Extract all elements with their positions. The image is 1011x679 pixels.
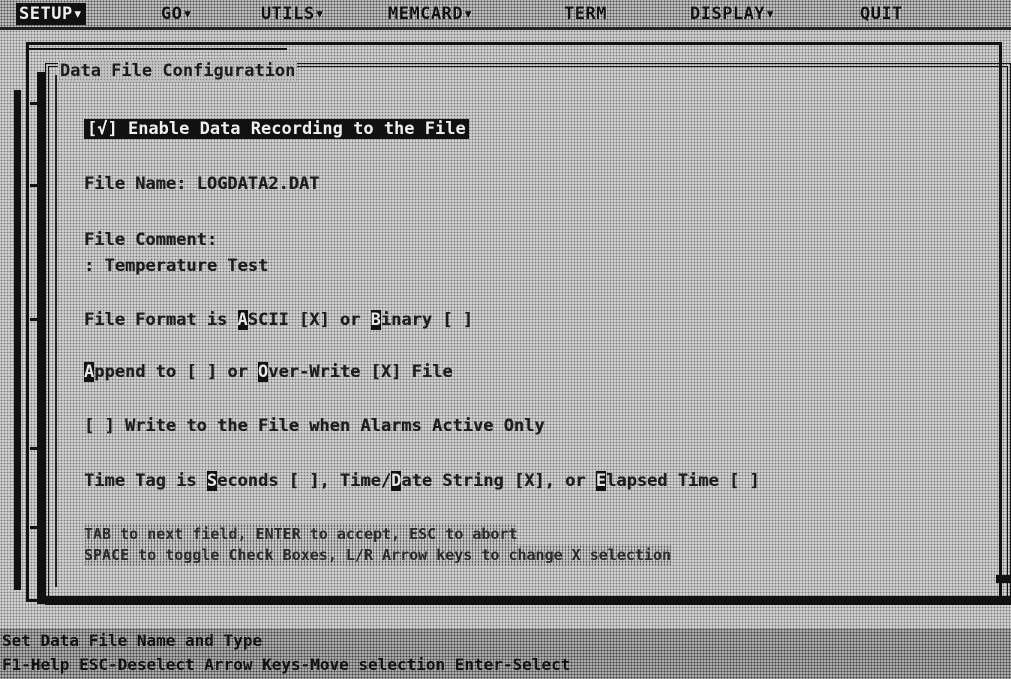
- time-tag-row[interactable]: Time Tag is Seconds [ ], Time/Date Strin…: [84, 469, 760, 493]
- alarms-only-checkbox[interactable]: [ ]: [84, 416, 115, 436]
- dialog-shadow-bottom: [45, 596, 1011, 605]
- elapsed-time-radio[interactable]: [ ]: [729, 471, 760, 491]
- overwrite-hotkey[interactable]: O: [258, 362, 269, 382]
- binary-hotkey[interactable]: B: [370, 310, 381, 330]
- binary-radio[interactable]: [ ]: [442, 310, 473, 330]
- file-name-field[interactable]: LOGDATA2.DAT: [197, 174, 320, 194]
- menu-utils[interactable]: UTILS▾: [258, 3, 328, 25]
- ascii-hotkey[interactable]: A: [237, 310, 248, 330]
- background-window-shadow: [14, 90, 21, 590]
- append-hotkey[interactable]: A: [84, 362, 95, 382]
- date-hotkey[interactable]: D: [391, 471, 402, 491]
- menu-display[interactable]: DISPLAY▾: [687, 3, 779, 25]
- status-key-hints: F1-Help ESC-Deselect Arrow Keys-Move sel…: [2, 655, 571, 674]
- overwrite-label[interactable]: ver-Write: [268, 362, 370, 382]
- menu-quit[interactable]: QUIT: [857, 3, 906, 25]
- menu-bar: SETUP▾ GO▾ UTILS▾ MEMCARD▾ TERM DISPLAY▾…: [0, 0, 1011, 30]
- enable-recording-box[interactable]: [√]: [87, 119, 118, 139]
- file-format-row[interactable]: File Format is ASCII [X] or Binary [ ]: [84, 308, 473, 332]
- menu-memcard[interactable]: MEMCARD▾: [385, 3, 477, 25]
- date-string-label[interactable]: ate String: [401, 471, 514, 491]
- enable-recording-checkbox[interactable]: [√] Enable Data Recording to the File: [84, 119, 469, 139]
- time-tag-sep-2: , or: [544, 471, 596, 491]
- date-string-radio[interactable]: [X]: [514, 471, 545, 491]
- binary-label[interactable]: inary: [381, 310, 442, 330]
- time-tag-label: Time Tag is: [84, 471, 207, 491]
- status-bar: Set Data File Name and Type F1-Help ESC-…: [0, 628, 1011, 679]
- seconds-label[interactable]: econds: [217, 471, 289, 491]
- seconds-hotkey[interactable]: S: [206, 471, 218, 491]
- menu-go[interactable]: GO▾: [158, 3, 196, 25]
- menu-term[interactable]: TERM: [561, 3, 610, 25]
- enable-recording-row[interactable]: [√] Enable Data Recording to the File: [84, 117, 469, 141]
- append-mode-suffix: File: [401, 362, 453, 382]
- dialog-help-line-2: SPACE to toggle Check Boxes, L/R Arrow k…: [84, 545, 671, 565]
- append-mode-or: or: [217, 362, 259, 382]
- file-format-label: File Format is: [84, 310, 238, 330]
- dialog-help-line-1: TAB to next field, ENTER to accept, ESC …: [84, 524, 518, 544]
- time-tag-sep-1: , Time/: [319, 471, 392, 491]
- ascii-radio[interactable]: [X]: [299, 310, 330, 330]
- background-window-divider: [28, 48, 287, 50]
- seconds-radio[interactable]: [ ]: [289, 471, 320, 491]
- file-comment-field[interactable]: : Temperature Test: [84, 254, 268, 278]
- file-format-or: or: [329, 310, 371, 330]
- elapsed-time-label[interactable]: lapsed Time: [606, 471, 729, 491]
- menu-setup[interactable]: SETUP▾: [16, 3, 87, 25]
- enable-recording-label: Enable Data Recording to the File: [117, 119, 466, 139]
- file-name-label: File Name:: [84, 174, 197, 194]
- alarms-only-label: Write to the File when Alarms Active Onl…: [114, 416, 545, 436]
- file-comment-label: File Comment:: [84, 230, 218, 250]
- status-message: Set Data File Name and Type: [2, 631, 263, 650]
- append-mode-row[interactable]: Append to [ ] or Over-Write [X] File: [84, 360, 453, 384]
- file-name-row[interactable]: File Name: LOGDATA2.DAT: [84, 172, 319, 196]
- dialog-shadow-right: [996, 575, 1011, 583]
- dialog-title: Data File Configuration: [58, 60, 298, 82]
- alarms-only-row[interactable]: [ ] Write to the File when Alarms Active…: [84, 414, 545, 438]
- elapsed-hotkey[interactable]: E: [595, 471, 607, 491]
- append-radio[interactable]: [ ]: [186, 362, 217, 382]
- append-label[interactable]: ppend to: [94, 362, 186, 382]
- overwrite-radio[interactable]: [X]: [371, 362, 402, 382]
- ascii-label[interactable]: SCII: [248, 310, 299, 330]
